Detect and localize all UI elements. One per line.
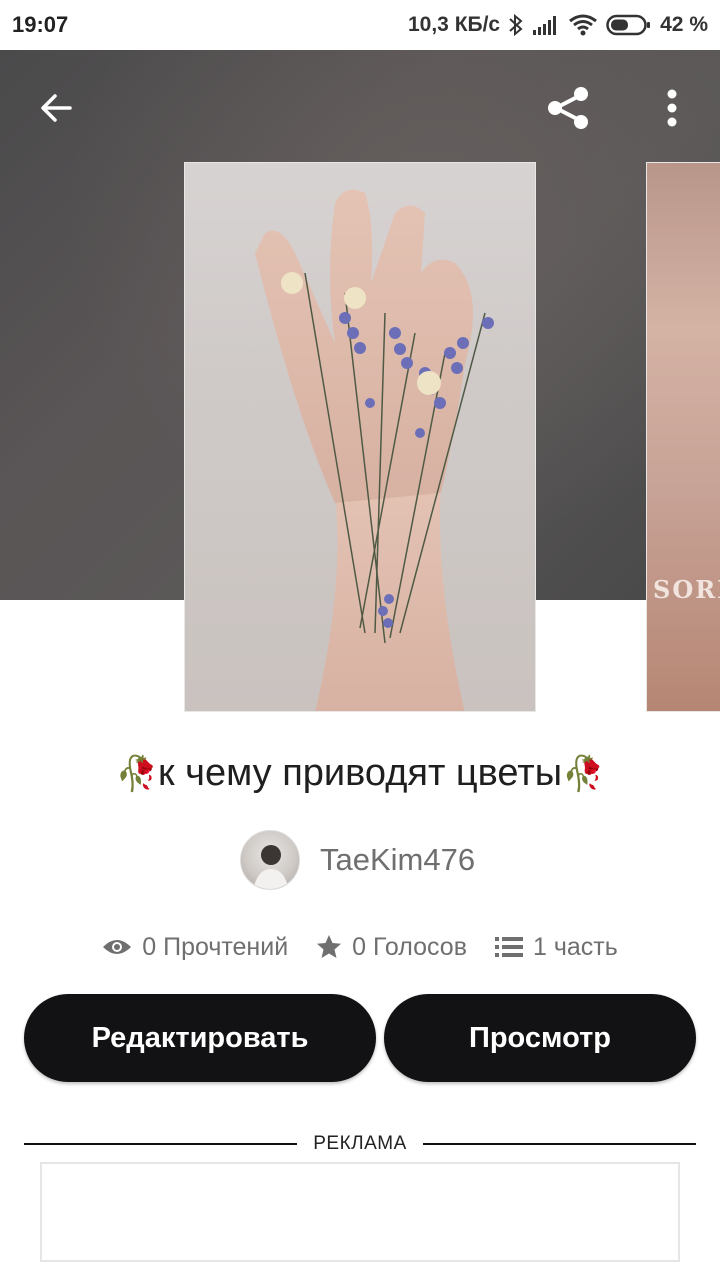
avatar[interactable]	[240, 830, 300, 890]
reads-stat: 0 Прочтений	[102, 933, 288, 962]
edit-button[interactable]: Редактировать	[24, 994, 376, 1082]
top-bar	[0, 50, 720, 162]
status-bar: 19:07 10,3 КБ/с 42 %	[0, 0, 720, 50]
next-story-cover[interactable]: SORI	[646, 162, 720, 712]
rose-emoji-right: 🥀	[562, 755, 605, 793]
author-link[interactable]: TaeKim476	[240, 830, 475, 890]
signal-icon	[532, 14, 560, 36]
ad-label: РЕКЛАМА	[313, 1133, 407, 1154]
next-cover-text: SORI	[653, 575, 720, 604]
status-right: 10,3 КБ/с 42 %	[408, 13, 708, 37]
more-vert-icon	[667, 89, 677, 127]
star-icon	[317, 935, 342, 958]
reads-count: 0 Прочтений	[142, 932, 289, 961]
ad-placeholder[interactable]	[40, 1162, 680, 1262]
network-speed: 10,3 КБ/с	[407, 13, 501, 36]
author-name[interactable]: TaeKim476	[320, 842, 475, 878]
eye-icon	[103, 940, 132, 954]
wifi-icon	[568, 13, 598, 37]
votes-count: 0 Голосов	[352, 932, 467, 961]
ad-divider: РЕКЛАМА	[24, 1130, 696, 1158]
rose-emoji-left: 🥀	[115, 755, 158, 793]
status-time: 19:07	[12, 12, 69, 37]
list-icon	[494, 937, 523, 957]
hand-flowers-illustration	[255, 189, 494, 711]
avatar-person-icon	[253, 845, 289, 889]
battery-icon	[606, 13, 652, 37]
share-button[interactable]	[540, 80, 596, 136]
story-details-screen: 19:07 10,3 КБ/с 42 % SOR 🥀к чему приводя…	[0, 0, 720, 1280]
story-title: 🥀к чему приводят цветы🥀	[0, 752, 720, 795]
view-button[interactable]: Просмотр	[384, 994, 696, 1082]
divider-line-left	[24, 1143, 298, 1145]
story-stats: 0 Прочтений 0 Голосов 1 часть	[0, 922, 720, 972]
back-arrow-icon	[41, 94, 72, 122]
story-cover-image[interactable]	[184, 162, 536, 712]
battery-percent: 42 %	[660, 13, 708, 36]
divider-line-right	[422, 1143, 696, 1145]
share-icon	[548, 87, 588, 129]
more-button[interactable]	[650, 80, 694, 136]
back-button[interactable]	[32, 84, 80, 132]
story-title-text: к чему приводят цветы	[157, 752, 563, 794]
votes-stat: 0 Голосов	[316, 933, 467, 962]
bluetooth-icon	[508, 13, 524, 37]
parts-count: 1 часть	[532, 932, 618, 961]
parts-stat: 1 часть	[494, 932, 618, 962]
